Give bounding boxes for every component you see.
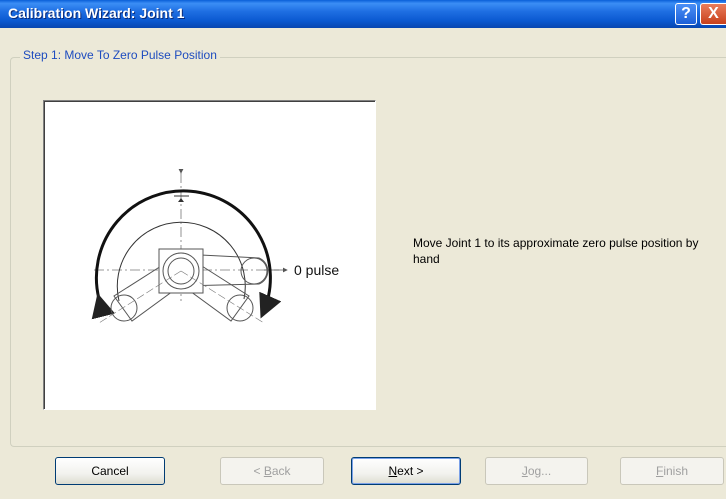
- finish-label: inish: [663, 464, 689, 478]
- step-title: Step 1: Move To Zero Pulse Position: [20, 48, 220, 62]
- title-bar[interactable]: Calibration Wizard: Joint 1 ? X: [0, 0, 726, 28]
- help-button[interactable]: ?: [675, 3, 697, 25]
- finish-button[interactable]: Finish: [620, 457, 724, 485]
- instruction-text: Move Joint 1 to its approximate zero pul…: [413, 236, 699, 266]
- close-icon: X: [708, 5, 719, 22]
- back-mnemonic: B: [263, 464, 272, 478]
- jog-label: og...: [527, 464, 552, 478]
- back-button[interactable]: < Back: [220, 457, 324, 485]
- next-button[interactable]: Next >: [351, 457, 461, 485]
- next-label: ext >: [397, 464, 424, 478]
- robot-arm-illustration: 0 pulse: [91, 169, 339, 324]
- cancel-button[interactable]: Cancel: [55, 457, 165, 485]
- help-icon: ?: [681, 5, 691, 22]
- back-prefix: <: [253, 464, 264, 478]
- jog-button[interactable]: Jog...: [485, 457, 588, 485]
- joint-diagram: 0 pulse: [43, 100, 376, 410]
- zero-pulse-label: 0 pulse: [294, 262, 339, 278]
- cancel-label: Cancel: [91, 464, 129, 478]
- next-mnemonic: N: [388, 464, 398, 478]
- close-button[interactable]: X: [700, 3, 726, 25]
- back-label: ack: [271, 464, 291, 478]
- window-title: Calibration Wizard: Joint 1: [8, 5, 185, 21]
